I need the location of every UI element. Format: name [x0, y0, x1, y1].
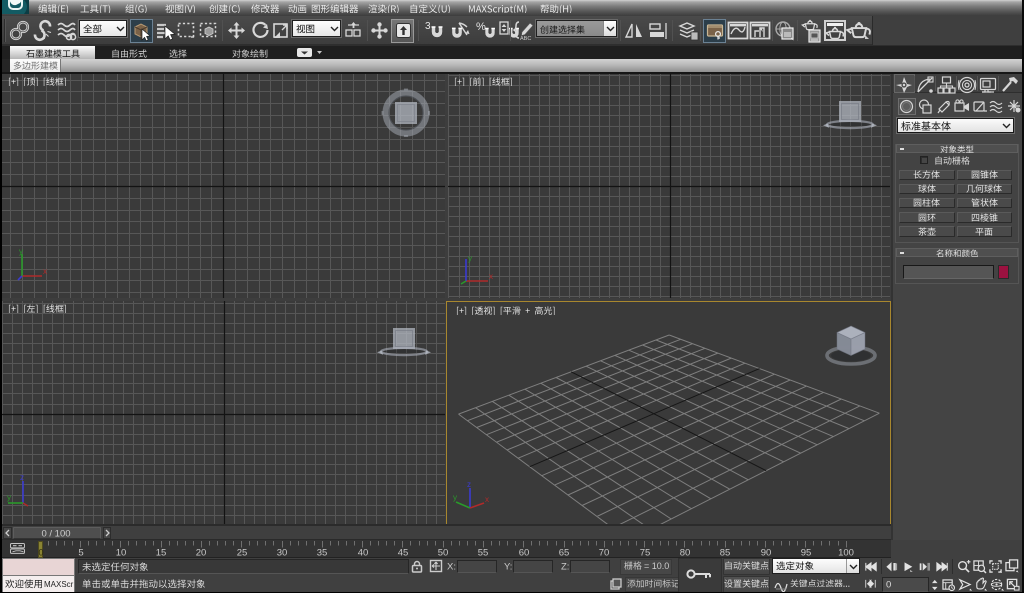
svg-text:100: 100 — [838, 548, 854, 559]
svg-text:0 / 100: 0 / 100 — [41, 529, 70, 540]
svg-text:40: 40 — [357, 548, 368, 559]
svg-text:y: y — [468, 254, 472, 263]
svg-text:y: y — [453, 493, 457, 502]
svg-text:X:: X: — [447, 562, 456, 573]
svg-text:10: 10 — [116, 548, 127, 559]
svg-text:z: z — [467, 480, 471, 489]
svg-text:0: 0 — [886, 580, 891, 591]
svg-text:45: 45 — [398, 548, 409, 559]
svg-text:5: 5 — [78, 548, 83, 559]
svg-text:20: 20 — [196, 548, 207, 559]
svg-text:y: y — [19, 247, 23, 256]
svg-text:= 10.0: = 10.0 — [644, 561, 669, 571]
svg-text:70: 70 — [599, 548, 610, 559]
svg-text:z: z — [20, 473, 24, 482]
svg-text:35: 35 — [317, 548, 328, 559]
svg-text:25: 25 — [236, 548, 247, 559]
svg-text:95: 95 — [801, 548, 812, 559]
svg-text:MAXScr: MAXScr — [44, 580, 74, 589]
svg-text:ABC: ABC — [520, 36, 531, 42]
svg-text:x: x — [489, 272, 493, 281]
svg-text:65: 65 — [559, 548, 570, 559]
svg-text:30: 30 — [277, 548, 288, 559]
svg-text:50: 50 — [438, 548, 449, 559]
svg-text:15: 15 — [156, 548, 167, 559]
svg-text:Z:: Z: — [561, 562, 569, 573]
svg-text:90: 90 — [760, 548, 771, 559]
svg-text:%: % — [476, 21, 486, 33]
svg-text:y: y — [7, 493, 11, 502]
svg-text:60: 60 — [518, 548, 529, 559]
svg-text:x: x — [43, 267, 47, 276]
svg-text:3: 3 — [425, 21, 431, 32]
svg-text:x: x — [485, 495, 489, 504]
svg-text:75: 75 — [639, 548, 650, 559]
svg-text:55: 55 — [478, 548, 489, 559]
svg-text:Y:: Y: — [504, 562, 512, 573]
